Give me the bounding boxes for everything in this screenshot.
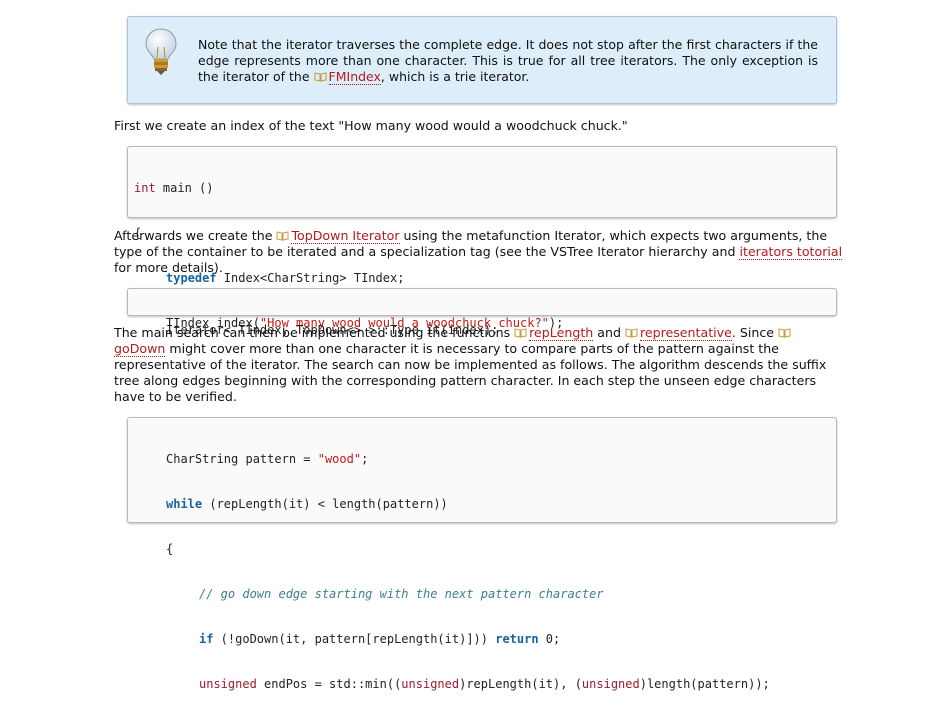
- paragraph-iterator: Afterwards we create the TopDown Iterato…: [114, 228, 843, 275]
- lightbulb-icon: [145, 28, 177, 75]
- book-icon: [276, 231, 289, 241]
- code-block-main: int main () { typedef Index<CharString> …: [127, 146, 837, 330]
- replength-link[interactable]: repLength: [529, 325, 594, 341]
- note-text: Note that the iterator traverses the com…: [198, 37, 818, 85]
- fmindex-link[interactable]: FMIndex: [328, 69, 381, 85]
- code-block-iterator: Iterator< TIndex, TopDown<> >::Type it(i…: [127, 288, 837, 337]
- book-icon: [314, 72, 327, 82]
- book-icon: [778, 328, 791, 338]
- topdown-iterator-link[interactable]: TopDown Iterator: [291, 228, 400, 244]
- representative-link[interactable]: representative: [639, 325, 732, 341]
- note-box: Note that the iterator traverses the com…: [127, 16, 837, 104]
- godown-link[interactable]: goDown: [114, 341, 166, 357]
- paragraph-index-intro: First we create an index of the text "Ho…: [114, 118, 628, 133]
- code-block-search: CharString pattern = "wood"; while (repL…: [127, 417, 837, 691]
- iterators-tutorial-link[interactable]: iterators totorial: [739, 244, 843, 260]
- paragraph-search: The main search can then be implemented …: [114, 325, 827, 404]
- book-icon: [514, 328, 527, 338]
- book-icon: [625, 328, 638, 338]
